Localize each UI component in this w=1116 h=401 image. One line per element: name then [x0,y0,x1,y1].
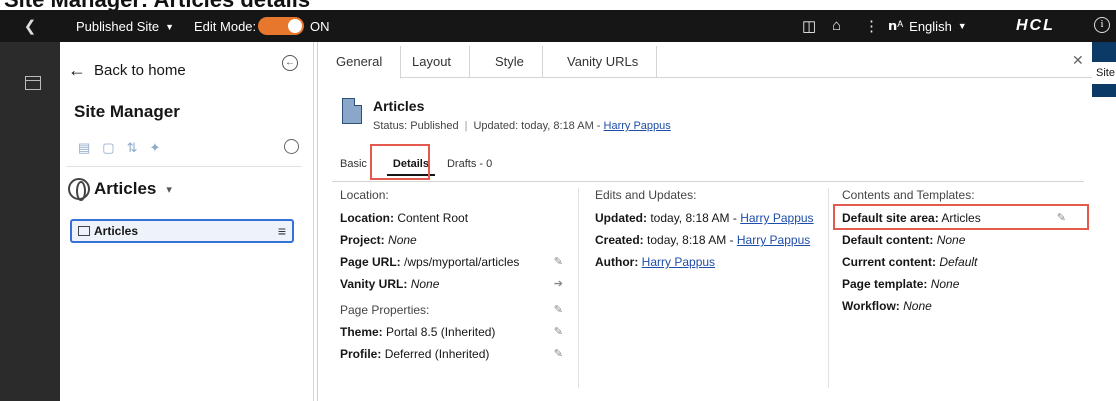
item-title: Articles [373,98,425,114]
separator: | [464,120,468,132]
folder-icon [78,226,90,236]
author-row: Author: Harry Pappus [595,255,716,269]
workflow-row: Workflow: None [842,299,932,313]
tree-item-articles[interactable]: Articles ≡ [70,219,294,243]
language-label: English [909,18,952,34]
tab-vanity-urls[interactable]: Vanity URLs [549,46,658,78]
palette-icon[interactable] [284,139,299,154]
top-caption: Site Manager: Articles details [0,0,1116,10]
info-icon[interactable]: i [1094,17,1110,33]
subtab-drafts[interactable]: Drafts - 0 [441,152,498,176]
more-vertical-icon[interactable]: ⋮ [864,17,879,35]
tab-style[interactable]: Style [477,46,543,78]
section-title: Articles [94,179,157,198]
details-highlight [370,144,430,180]
vanity-url-row: Vanity URL: None ➔ [340,276,563,292]
site-selector[interactable]: Published Site ▼ [76,19,174,34]
user-link[interactable]: Harry Pappus [737,233,810,247]
tab-general[interactable]: General [318,46,402,79]
left-rail [0,42,60,401]
page-template-row: Page template: None [842,277,960,291]
updated-row: Updated: today, 8:18 AM - Harry Pappus [595,211,814,225]
subtab-basic[interactable]: Basic [334,152,373,176]
pencil-icon[interactable]: ✎ [554,302,563,318]
panel-title: Site Manager [74,102,180,121]
tab-layout[interactable]: Layout [394,46,471,78]
panel-toolbar: ▤ ▢ ⇅ ✦ [78,140,160,156]
globe-icon [68,178,90,201]
hamburger-menu-icon[interactable]: ≡ [278,223,286,239]
location-heading: Location: [340,188,389,202]
caption-text: Site Manager: Articles details [4,0,310,10]
tree-item-label: Articles [94,224,139,238]
translate-icon: 𝗻ᴬ [888,18,904,33]
section-selector[interactable]: Articles ▾ [68,178,172,201]
location-row: Location: Content Root [340,211,469,225]
page-properties-heading: Page Properties: ✎ [340,302,563,318]
language-selector[interactable]: 𝗻ᴬ English ▼ [888,18,967,34]
pencil-icon[interactable]: ✎ [554,324,563,340]
move-icon[interactable]: ⇅ [127,140,138,156]
edits-heading: Edits and Updates: [595,188,697,202]
add-page-icon[interactable] [25,76,41,90]
chevron-left-icon[interactable]: ❮ [0,10,60,42]
edit-mode-state: ON [310,19,330,34]
page-settings-dialog: General Layout Style Vanity URLs ✕ Artic… [317,42,1092,401]
caret-down-icon: ▾ [166,183,172,196]
location-column: Location: Location: Content Root Project… [340,188,575,368]
default-site-area-highlight [833,204,1089,230]
user-link[interactable]: Harry Pappus [642,255,715,269]
divider [66,166,302,167]
close-icon[interactable]: ✕ [1072,52,1084,69]
site-label: Site [1092,62,1116,84]
user-link[interactable]: Harry Pappus [740,211,813,225]
arrow-left-icon: ← [68,60,86,80]
caret-down-icon: ▼ [957,21,967,31]
created-row: Created: today, 8:18 AM - Harry Pappus [595,233,811,247]
document-icon [342,98,362,124]
current-content-row: Current content: Default [842,255,978,269]
page-url-row: Page URL: /wps/myportal/articles ✎ [340,254,563,270]
status-line: Status: Published | Updated: today, 8:18 A… [373,120,671,132]
edit-mode-label: Edit Mode: [194,19,257,34]
home-icon[interactable]: ⌂ [832,17,841,34]
collapse-panel-icon[interactable]: ← [282,55,298,71]
toggle-knob [288,19,302,33]
site-selector-label: Published Site [76,19,160,34]
pencil-icon[interactable]: ✎ [554,254,563,270]
caret-down-icon: ▼ [165,21,175,32]
site-manager-panel: ← Back to home ← Site Manager ▤ ▢ ⇅ ✦ Ar… [60,42,314,401]
pencil-icon[interactable]: ✎ [554,346,563,362]
theme-row: Theme: Portal 8.5 (Inherited) ✎ [340,324,563,340]
sparkle-icon[interactable]: ✦ [150,140,161,156]
copy-page-icon[interactable]: ▢ [102,140,114,156]
back-label: Back to home [94,62,186,79]
default-content-row: Default content: None [842,233,966,247]
top-bar: ❮ Published Site ▼ Edit Mode: ON ◫ ⌂ ⋮ 𝗻… [0,10,1116,42]
edits-column: Edits and Updates: Updated: today, 8:18 … [578,188,828,388]
updated-user-link[interactable]: Harry Pappus [604,120,671,132]
page-icon[interactable]: ◫ [802,17,816,35]
status-label: Status: Published [373,120,459,132]
project-row: Project: None [340,233,417,247]
updated-label: Updated: today, 8:18 AM - [473,120,601,132]
new-page-icon[interactable]: ▤ [78,140,90,156]
hcl-logo: HCL [1016,17,1055,34]
tabs-row: General Layout Style Vanity URLs [318,46,1092,79]
arrow-right-icon[interactable]: ➔ [554,276,563,292]
profile-row: Profile: Deferred (Inherited) ✎ [340,346,563,362]
divider [332,181,1084,182]
edit-mode-toggle[interactable] [258,17,304,35]
back-to-home-link[interactable]: ← Back to home [68,60,186,81]
right-strip: Site [1092,42,1116,401]
